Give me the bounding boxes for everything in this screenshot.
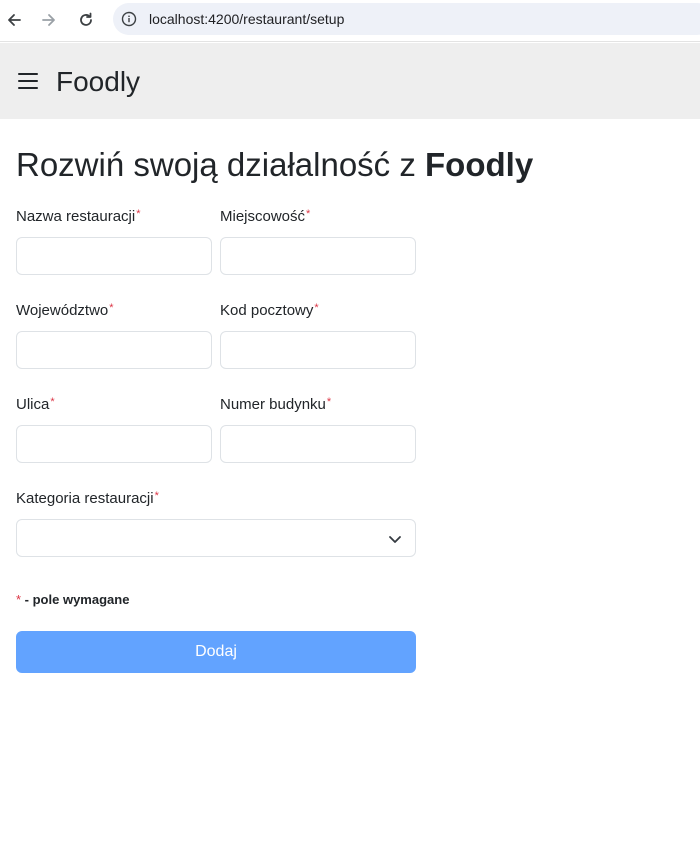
building-number-label: Numer budynku* bbox=[220, 396, 331, 414]
restaurant-name-label-text: Nazwa restauracji bbox=[16, 208, 136, 225]
info-icon[interactable] bbox=[121, 11, 137, 27]
required-asterisk: * bbox=[306, 208, 311, 220]
required-asterisk: * bbox=[109, 302, 114, 314]
add-button[interactable]: Dodaj bbox=[16, 631, 416, 673]
required-asterisk: * bbox=[50, 396, 55, 408]
reload-icon[interactable] bbox=[75, 9, 97, 31]
restaurant-name-input[interactable] bbox=[16, 237, 212, 275]
category-select[interactable] bbox=[16, 519, 416, 557]
page-title-prefix: Rozwiń swoją działalność z bbox=[16, 146, 426, 183]
postal-code-label: Kod pocztowy* bbox=[220, 302, 319, 320]
page-title-brand: Foodly bbox=[425, 146, 534, 183]
postal-code-label-text: Kod pocztowy bbox=[220, 302, 314, 319]
category-label-text: Kategoria restauracji bbox=[16, 490, 154, 507]
building-number-input[interactable] bbox=[220, 425, 416, 463]
city-label: Miejscowość* bbox=[220, 208, 310, 226]
street-input[interactable] bbox=[16, 425, 212, 463]
back-arrow-icon[interactable] bbox=[3, 9, 25, 31]
chevron-down-icon bbox=[388, 532, 402, 546]
required-asterisk: * bbox=[136, 208, 141, 220]
voivodeship-label-text: Województwo bbox=[16, 302, 109, 319]
required-note-text: - pole wymagane bbox=[21, 592, 130, 607]
postal-code-input[interactable] bbox=[220, 331, 416, 369]
app-header: Foodly bbox=[0, 43, 700, 119]
required-asterisk: * bbox=[154, 490, 159, 502]
required-asterisk: * bbox=[326, 396, 332, 408]
city-label-text: Miejscowość bbox=[220, 208, 306, 225]
category-label: Kategoria restauracji* bbox=[16, 490, 159, 508]
forward-arrow-icon[interactable] bbox=[38, 9, 60, 31]
required-asterisk: * bbox=[314, 302, 319, 314]
hamburger-menu-icon[interactable] bbox=[17, 71, 39, 91]
street-label: Ulica* bbox=[16, 396, 55, 414]
browser-toolbar: localhost:4200/restaurant/setup bbox=[0, 0, 700, 42]
voivodeship-label: Województwo* bbox=[16, 302, 114, 320]
required-fields-note: * - pole wymagane bbox=[16, 592, 129, 608]
address-bar[interactable]: localhost:4200/restaurant/setup bbox=[113, 3, 700, 35]
voivodeship-input[interactable] bbox=[16, 331, 212, 369]
city-input[interactable] bbox=[220, 237, 416, 275]
url-text: localhost:4200/restaurant/setup bbox=[149, 11, 345, 27]
page-title: Rozwiń swoją działalność z Foodly bbox=[16, 145, 533, 185]
brand-logo[interactable]: Foodly bbox=[56, 65, 140, 99]
building-number-label-text: Numer budynku bbox=[220, 396, 326, 413]
street-label-text: Ulica bbox=[16, 396, 50, 413]
restaurant-name-label: Nazwa restauracji* bbox=[16, 208, 141, 226]
